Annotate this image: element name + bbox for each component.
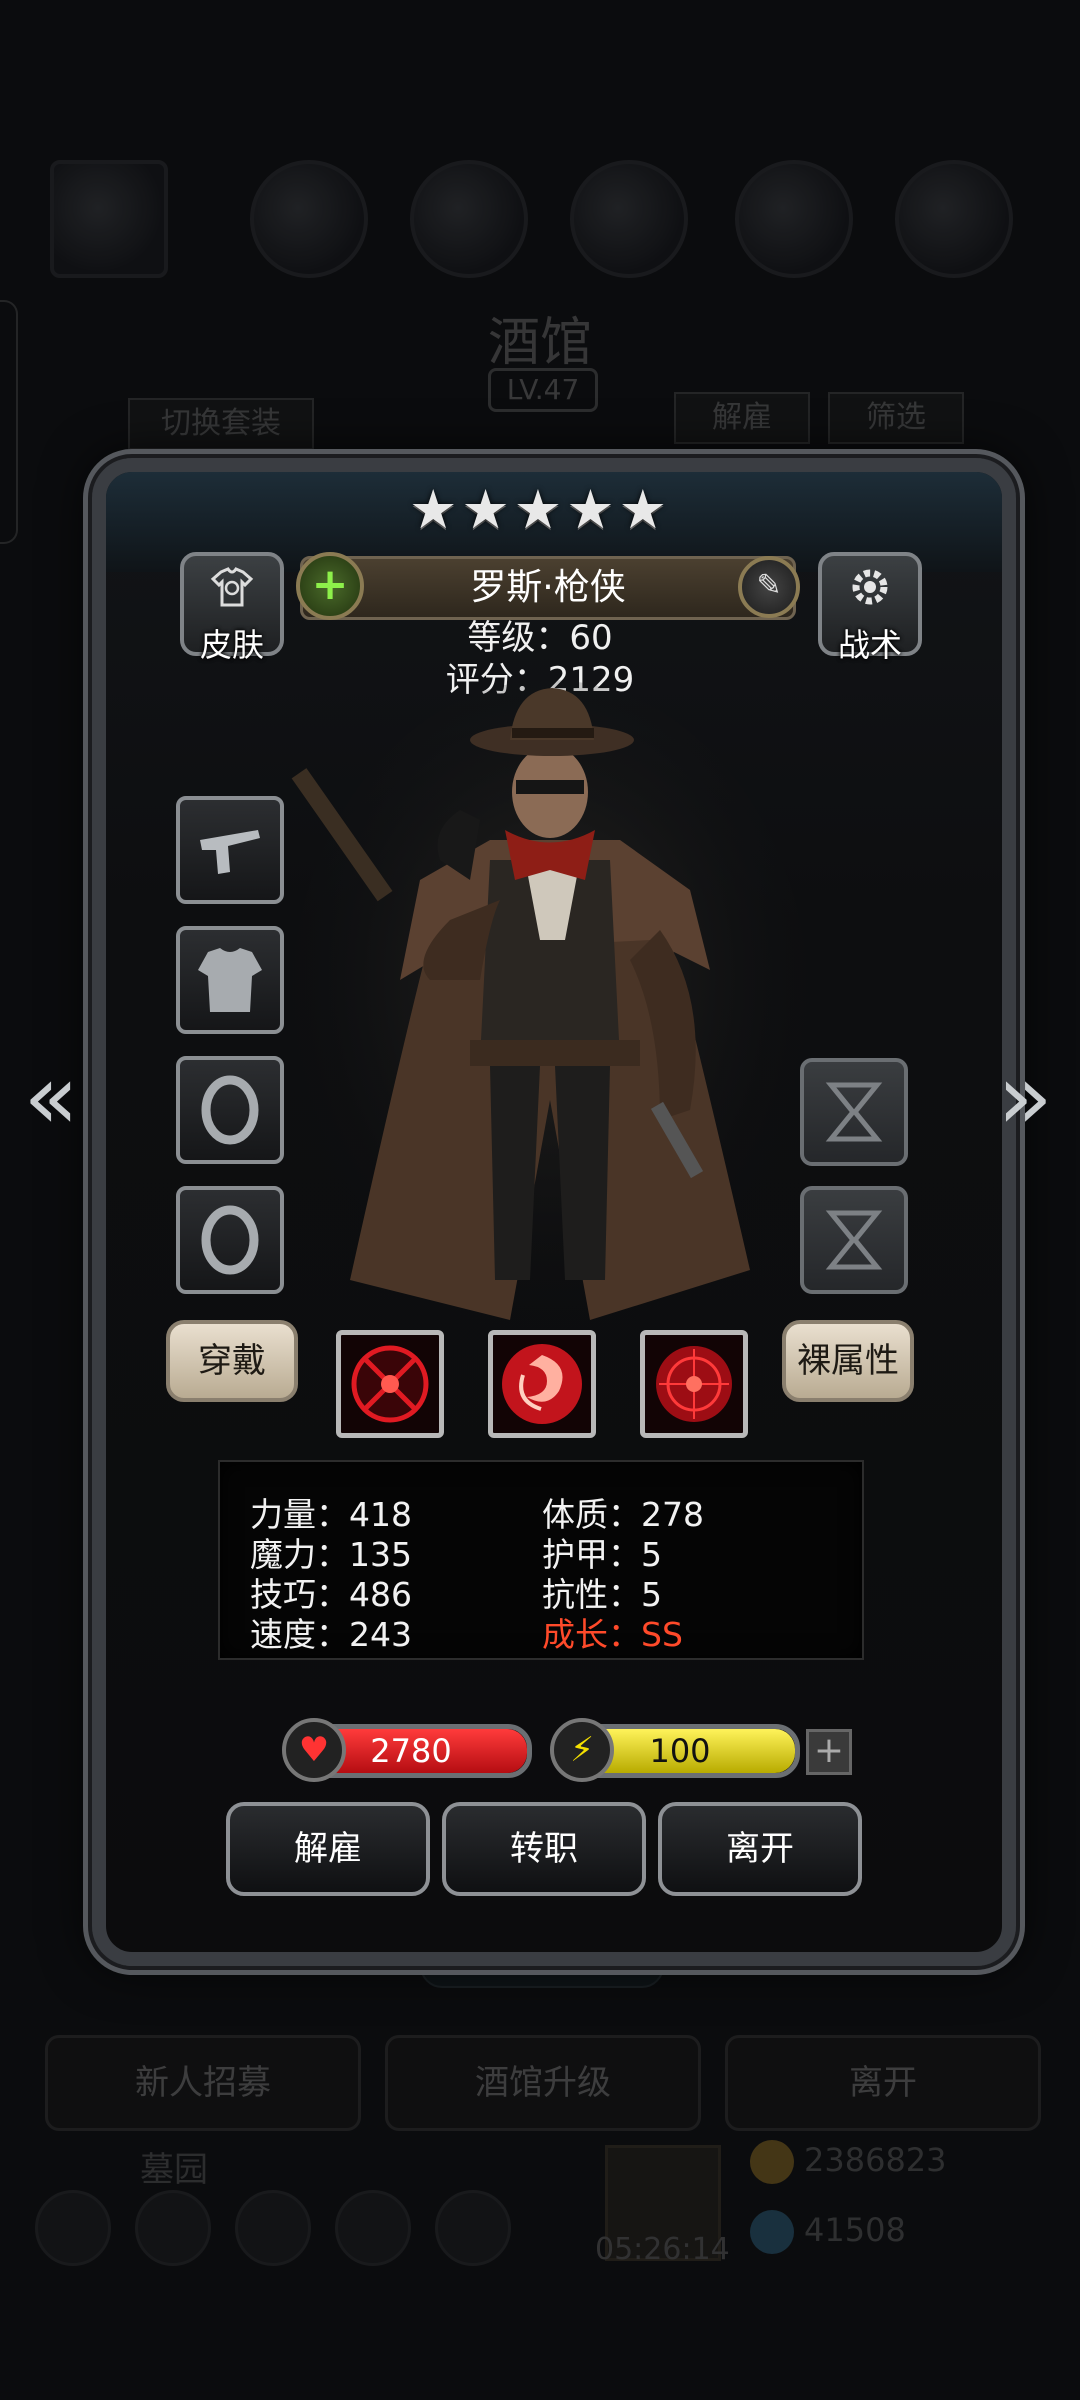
skill-slot-3[interactable] xyxy=(640,1330,748,1438)
naked-attributes-button[interactable]: 裸属性 xyxy=(782,1320,914,1402)
menu-icon xyxy=(735,160,853,278)
skill-slot-2[interactable] xyxy=(488,1330,596,1438)
job-change-button[interactable]: 转职 xyxy=(442,1802,646,1896)
swirl-skill-icon xyxy=(502,1344,582,1424)
shirt-swap-icon xyxy=(210,567,254,607)
stats-panel: 力量：418 魔力：135 技巧：486 速度：243 体质：278 护甲：5 … xyxy=(218,1460,864,1660)
nav-circle-icon xyxy=(435,2190,511,2266)
leave-button[interactable]: 离开 xyxy=(658,1802,862,1896)
switch-outfit-button: 切换套装 xyxy=(128,398,314,450)
gift-timer: 05:26:14 xyxy=(595,2232,730,2267)
avatar-icon xyxy=(50,160,168,278)
ring-icon xyxy=(201,1205,259,1275)
ring-slot-2[interactable] xyxy=(176,1186,284,1294)
tavern-level: LV.47 xyxy=(488,368,598,412)
menu-icon xyxy=(410,160,528,278)
heart-icon: ♥ xyxy=(282,1718,346,1782)
armor-slot[interactable] xyxy=(176,926,284,1034)
bg-dismiss-button: 解雇 xyxy=(674,392,810,444)
weapon-slot[interactable] xyxy=(176,796,284,904)
tavern-title: 酒馆 xyxy=(487,313,592,373)
locked-slot-1[interactable] xyxy=(800,1058,908,1166)
lightning-icon: ⚡ xyxy=(550,1718,614,1782)
bg-leave-button: 离开 xyxy=(725,2035,1041,2131)
menu-icon xyxy=(250,160,368,278)
locked-slot-2[interactable] xyxy=(800,1186,908,1294)
hourglass-icon xyxy=(825,1082,883,1142)
add-energy-button[interactable]: + xyxy=(806,1729,852,1775)
gold-resource: 2386823 xyxy=(750,2140,947,2184)
recruit-button: 新人招募 xyxy=(45,2035,361,2131)
menu-icon xyxy=(570,160,688,278)
edit-name-icon[interactable]: ✎ xyxy=(738,556,800,618)
stat-growth: 成长：SS xyxy=(542,1615,683,1654)
crosshair-skill-icon xyxy=(351,1345,429,1423)
armor-icon xyxy=(198,948,262,1012)
gem-icon xyxy=(750,2210,794,2254)
previous-hero-arrow-icon[interactable]: « xyxy=(16,1048,86,1148)
pistol-icon xyxy=(200,830,260,874)
next-hero-arrow-icon[interactable]: » xyxy=(990,1048,1060,1148)
target-skill-icon xyxy=(656,1346,732,1422)
bg-filter-button: 筛选 xyxy=(828,392,964,444)
gem-resource: 41508 xyxy=(750,2210,906,2254)
gold-amount: 2386823 xyxy=(804,2141,947,2179)
dismiss-button[interactable]: 解雇 xyxy=(226,1802,430,1896)
hero-portrait xyxy=(290,680,810,1340)
menu-icon xyxy=(895,160,1013,278)
nav-circle-icon xyxy=(335,2190,411,2266)
gem-amount: 41508 xyxy=(804,2211,906,2249)
gold-coin-icon xyxy=(750,2140,794,2184)
cemetery-label: 墓园 xyxy=(140,2150,208,2190)
skill-slot-1[interactable] xyxy=(336,1330,444,1438)
hourglass-icon xyxy=(825,1210,883,1270)
ring-icon xyxy=(201,1075,259,1145)
stat-speed: 速度：243 xyxy=(250,1615,412,1654)
nav-circle-icon xyxy=(135,2190,211,2266)
tavern-upgrade-button: 酒馆升级 xyxy=(385,2035,701,2131)
wear-button[interactable]: 穿戴 xyxy=(166,1320,298,1402)
gear-icon xyxy=(852,569,888,605)
hero-name: 罗斯·枪侠 xyxy=(470,567,626,608)
star-rating: ★★★★★ xyxy=(408,478,672,541)
nav-circle-icon xyxy=(235,2190,311,2266)
ring-slot-1[interactable] xyxy=(176,1056,284,1164)
nav-circle-icon xyxy=(35,2190,111,2266)
